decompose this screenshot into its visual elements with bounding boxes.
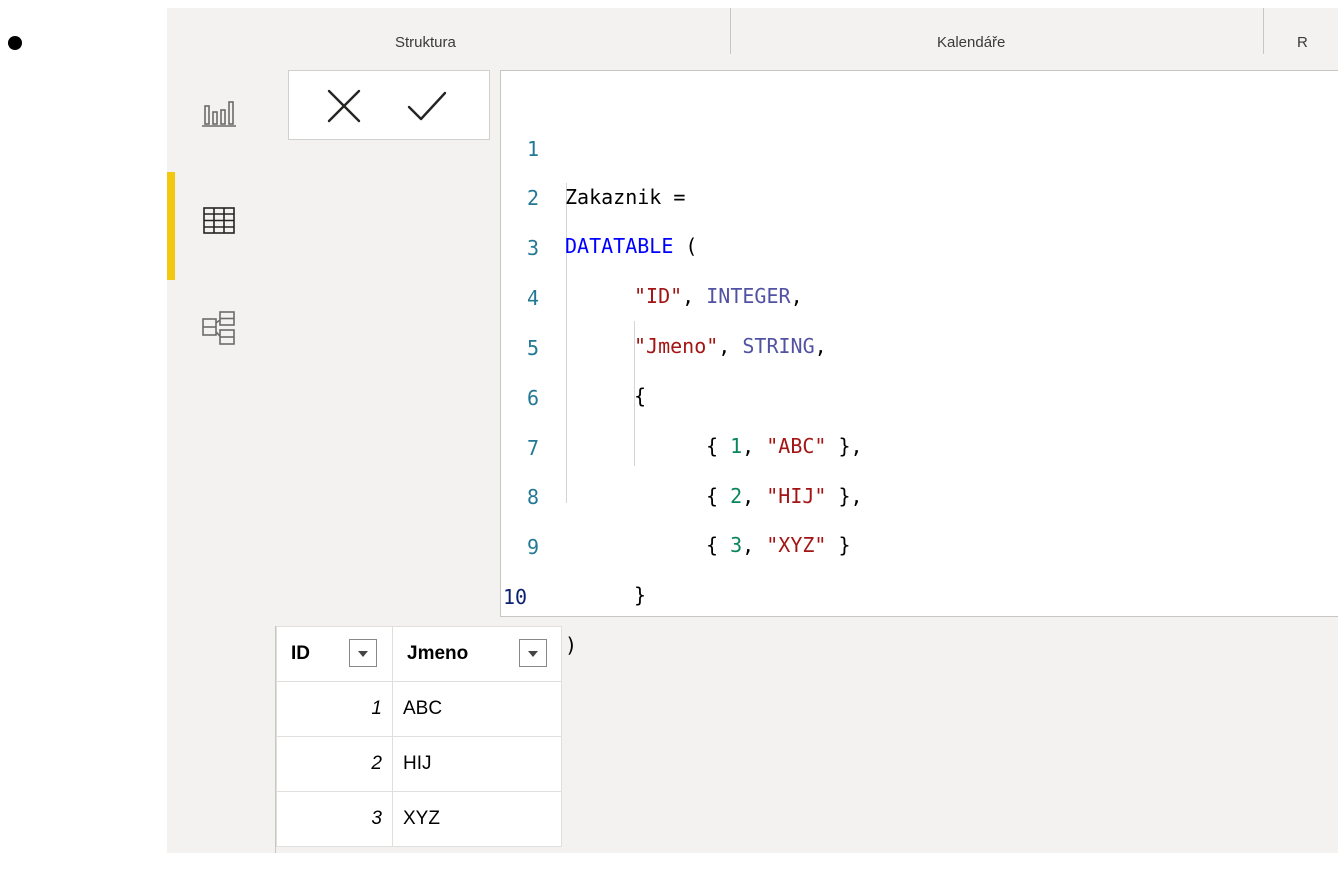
column-header-id[interactable]: ID [276, 626, 393, 682]
report-view-button[interactable] [167, 64, 275, 172]
cell-jmeno[interactable]: HIJ [392, 736, 562, 792]
cell-jmeno[interactable]: XYZ [392, 791, 562, 847]
model-view-icon [202, 311, 235, 345]
code-line: 3 "ID", INTEGER, [526, 236, 803, 308]
code-line: 7 { 2, "HIJ" }, [526, 436, 863, 508]
code-line: 2 DATATABLE ( [526, 186, 698, 258]
code-line: 8 { 3, "XYZ" } [526, 485, 851, 557]
code-line: 6 { 1, "ABC" }, [526, 386, 863, 458]
cell-id[interactable]: 1 [276, 681, 393, 737]
view-rail [167, 64, 275, 853]
data-view-icon [203, 207, 235, 234]
table-row[interactable]: 2 HIJ [276, 736, 562, 792]
code-line: 10 ) [503, 585, 578, 657]
list-bullet [8, 36, 22, 50]
cell-id[interactable]: 3 [276, 791, 393, 847]
close-icon [327, 89, 361, 123]
cancel-button[interactable] [319, 81, 369, 131]
code-line: 1 Zakaznik = [526, 137, 686, 209]
ribbon-group-kalendare: Kalendáře [937, 34, 1006, 51]
power-bi-window: Struktura Kalendáře R 1 Zakaznik = 2 DAT… [167, 8, 1338, 853]
checkmark-icon [407, 91, 447, 121]
data-grid: ID Jmeno 1 ABC 2 HIJ 3 XYZ [276, 626, 564, 847]
ribbon-group-struktura: Struktura [395, 34, 456, 51]
formula-commit-box [288, 70, 490, 140]
cell-id[interactable]: 2 [276, 736, 393, 792]
report-view-icon [202, 101, 236, 127]
table-row[interactable]: 3 XYZ [276, 791, 562, 847]
data-view-button[interactable] [167, 172, 275, 280]
code-line: 9 } [526, 535, 647, 607]
cell-jmeno[interactable]: ABC [392, 681, 562, 737]
column-filter-dropdown-icon[interactable] [519, 639, 547, 667]
ribbon-group-r: R [1297, 34, 1308, 51]
table-row[interactable]: 1 ABC [276, 681, 562, 737]
code-line: 5 { [526, 336, 647, 408]
code-line: 4 "Jmeno", STRING, [526, 286, 827, 358]
commit-button[interactable] [401, 81, 451, 131]
model-view-button[interactable] [167, 280, 275, 388]
code-line: 11 [501, 571, 1338, 655]
column-filter-dropdown-icon[interactable] [349, 639, 377, 667]
ribbon-group-labels: Struktura Kalendáře R [167, 8, 1338, 64]
dax-formula-editor[interactable]: 1 Zakaznik = 2 DATATABLE ( 3 "ID", INTEG… [500, 70, 1338, 657]
column-header-jmeno[interactable]: Jmeno [392, 626, 562, 682]
